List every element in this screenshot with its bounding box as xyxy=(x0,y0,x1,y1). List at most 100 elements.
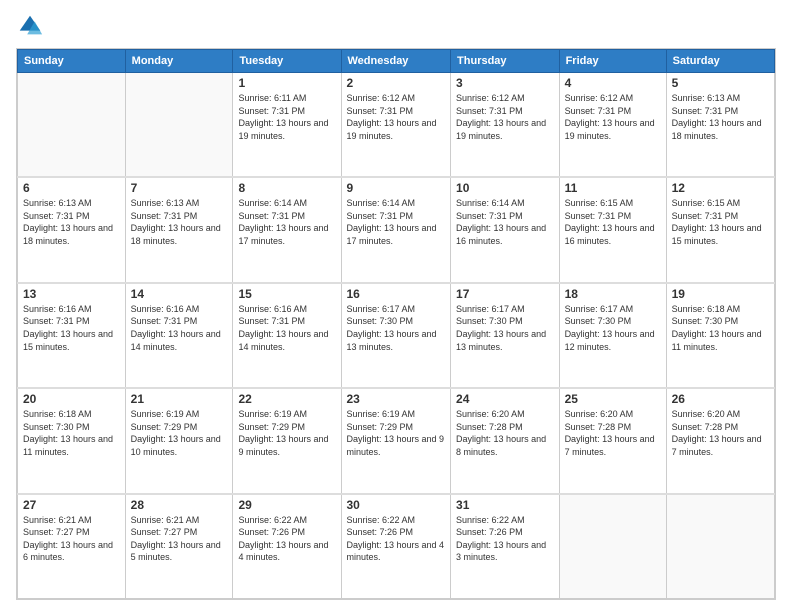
day-cell xyxy=(559,494,666,599)
calendar-week-row: 20 Sunrise: 6:18 AM Sunset: 7:30 PM Dayli… xyxy=(18,388,775,493)
day-info: Sunrise: 6:21 AM Sunset: 7:27 PM Dayligh… xyxy=(23,514,120,564)
day-cell: 17 Sunrise: 6:17 AM Sunset: 7:30 PM Dayli… xyxy=(451,283,560,388)
header xyxy=(16,12,776,40)
day-cell: 6 Sunrise: 6:13 AM Sunset: 7:31 PM Daylig… xyxy=(18,177,126,282)
day-info: Sunrise: 6:21 AM Sunset: 7:27 PM Dayligh… xyxy=(131,514,228,564)
day-cell xyxy=(125,73,233,178)
day-number: 14 xyxy=(131,287,228,301)
day-cell: 10 Sunrise: 6:14 AM Sunset: 7:31 PM Dayli… xyxy=(451,177,560,282)
day-number: 24 xyxy=(456,392,554,406)
day-cell xyxy=(666,494,774,599)
calendar-week-row: 6 Sunrise: 6:13 AM Sunset: 7:31 PM Daylig… xyxy=(18,177,775,282)
day-number: 4 xyxy=(565,76,661,90)
day-number: 29 xyxy=(238,498,335,512)
day-number: 19 xyxy=(672,287,769,301)
day-number: 10 xyxy=(456,181,554,195)
day-cell: 25 Sunrise: 6:20 AM Sunset: 7:28 PM Dayli… xyxy=(559,388,666,493)
day-number: 3 xyxy=(456,76,554,90)
header-row: SundayMondayTuesdayWednesdayThursdayFrid… xyxy=(18,50,775,73)
day-cell: 1Sunrise: 6:11 AM Sunset: 7:31 PM Daylig… xyxy=(233,73,341,178)
day-info: Sunrise: 6:14 AM Sunset: 7:31 PM Dayligh… xyxy=(238,197,335,247)
day-number: 5 xyxy=(672,76,769,90)
day-info: Sunrise: 6:11 AM Sunset: 7:31 PM Dayligh… xyxy=(238,92,335,142)
day-cell: 16 Sunrise: 6:17 AM Sunset: 7:30 PM Dayli… xyxy=(341,283,451,388)
day-info: Sunrise: 6:18 AM Sunset: 7:30 PM Dayligh… xyxy=(23,408,120,458)
day-cell: 21 Sunrise: 6:19 AM Sunset: 7:29 PM Dayli… xyxy=(125,388,233,493)
day-number: 9 xyxy=(347,181,446,195)
day-info: Sunrise: 6:19 AM Sunset: 7:29 PM Dayligh… xyxy=(131,408,228,458)
day-info: Sunrise: 6:18 AM Sunset: 7:30 PM Dayligh… xyxy=(672,303,769,353)
day-number: 31 xyxy=(456,498,554,512)
calendar-week-row: 1Sunrise: 6:11 AM Sunset: 7:31 PM Daylig… xyxy=(18,73,775,178)
day-info: Sunrise: 6:19 AM Sunset: 7:29 PM Dayligh… xyxy=(347,408,446,458)
day-info: Sunrise: 6:13 AM Sunset: 7:31 PM Dayligh… xyxy=(672,92,769,142)
day-number: 11 xyxy=(565,181,661,195)
day-cell: 3 Sunrise: 6:12 AM Sunset: 7:31 PM Daylig… xyxy=(451,73,560,178)
day-number: 21 xyxy=(131,392,228,406)
weekday-header: Saturday xyxy=(666,50,774,73)
day-cell: 27 Sunrise: 6:21 AM Sunset: 7:27 PM Dayli… xyxy=(18,494,126,599)
day-cell: 18 Sunrise: 6:17 AM Sunset: 7:30 PM Dayli… xyxy=(559,283,666,388)
day-info: Sunrise: 6:16 AM Sunset: 7:31 PM Dayligh… xyxy=(23,303,120,353)
weekday-header: Thursday xyxy=(451,50,560,73)
day-cell: 26 Sunrise: 6:20 AM Sunset: 7:28 PM Dayli… xyxy=(666,388,774,493)
day-cell: 4 Sunrise: 6:12 AM Sunset: 7:31 PM Daylig… xyxy=(559,73,666,178)
weekday-header: Monday xyxy=(125,50,233,73)
day-info: Sunrise: 6:22 AM Sunset: 7:26 PM Dayligh… xyxy=(238,514,335,564)
day-number: 26 xyxy=(672,392,769,406)
day-number: 8 xyxy=(238,181,335,195)
day-number: 20 xyxy=(23,392,120,406)
day-cell: 13 Sunrise: 6:16 AM Sunset: 7:31 PM Dayli… xyxy=(18,283,126,388)
weekday-header: Sunday xyxy=(18,50,126,73)
day-cell: 2 Sunrise: 6:12 AM Sunset: 7:31 PM Daylig… xyxy=(341,73,451,178)
day-info: Sunrise: 6:22 AM Sunset: 7:26 PM Dayligh… xyxy=(456,514,554,564)
calendar-week-row: 13 Sunrise: 6:16 AM Sunset: 7:31 PM Dayli… xyxy=(18,283,775,388)
day-cell: 24 Sunrise: 6:20 AM Sunset: 7:28 PM Dayli… xyxy=(451,388,560,493)
day-cell: 30Sunrise: 6:22 AM Sunset: 7:26 PM Dayli… xyxy=(341,494,451,599)
logo-icon xyxy=(16,12,44,40)
day-cell: 22Sunrise: 6:19 AM Sunset: 7:29 PM Dayli… xyxy=(233,388,341,493)
day-number: 23 xyxy=(347,392,446,406)
day-info: Sunrise: 6:14 AM Sunset: 7:31 PM Dayligh… xyxy=(456,197,554,247)
calendar: SundayMondayTuesdayWednesdayThursdayFrid… xyxy=(16,48,776,600)
day-info: Sunrise: 6:19 AM Sunset: 7:29 PM Dayligh… xyxy=(238,408,335,458)
day-info: Sunrise: 6:15 AM Sunset: 7:31 PM Dayligh… xyxy=(672,197,769,247)
day-cell: 11Sunrise: 6:15 AM Sunset: 7:31 PM Dayli… xyxy=(559,177,666,282)
day-number: 18 xyxy=(565,287,661,301)
page: SundayMondayTuesdayWednesdayThursdayFrid… xyxy=(0,0,792,612)
day-cell: 29 Sunrise: 6:22 AM Sunset: 7:26 PM Dayli… xyxy=(233,494,341,599)
day-cell: 19 Sunrise: 6:18 AM Sunset: 7:30 PM Dayli… xyxy=(666,283,774,388)
day-info: Sunrise: 6:14 AM Sunset: 7:31 PM Dayligh… xyxy=(347,197,446,247)
day-cell xyxy=(18,73,126,178)
weekday-header: Friday xyxy=(559,50,666,73)
day-info: Sunrise: 6:20 AM Sunset: 7:28 PM Dayligh… xyxy=(672,408,769,458)
day-number: 30 xyxy=(347,498,446,512)
day-info: Sunrise: 6:12 AM Sunset: 7:31 PM Dayligh… xyxy=(347,92,446,142)
day-cell: 7Sunrise: 6:13 AM Sunset: 7:31 PM Daylig… xyxy=(125,177,233,282)
day-cell: 15Sunrise: 6:16 AM Sunset: 7:31 PM Dayli… xyxy=(233,283,341,388)
day-number: 27 xyxy=(23,498,120,512)
day-number: 7 xyxy=(131,181,228,195)
day-info: Sunrise: 6:17 AM Sunset: 7:30 PM Dayligh… xyxy=(565,303,661,353)
day-cell: 31 Sunrise: 6:22 AM Sunset: 7:26 PM Dayli… xyxy=(451,494,560,599)
day-info: Sunrise: 6:12 AM Sunset: 7:31 PM Dayligh… xyxy=(456,92,554,142)
day-number: 25 xyxy=(565,392,661,406)
day-info: Sunrise: 6:16 AM Sunset: 7:31 PM Dayligh… xyxy=(131,303,228,353)
day-info: Sunrise: 6:13 AM Sunset: 7:31 PM Dayligh… xyxy=(23,197,120,247)
day-info: Sunrise: 6:12 AM Sunset: 7:31 PM Dayligh… xyxy=(565,92,661,142)
day-number: 2 xyxy=(347,76,446,90)
day-info: Sunrise: 6:20 AM Sunset: 7:28 PM Dayligh… xyxy=(565,408,661,458)
day-cell: 8 Sunrise: 6:14 AM Sunset: 7:31 PM Daylig… xyxy=(233,177,341,282)
day-number: 6 xyxy=(23,181,120,195)
day-cell: 14 Sunrise: 6:16 AM Sunset: 7:31 PM Dayli… xyxy=(125,283,233,388)
weekday-header: Tuesday xyxy=(233,50,341,73)
day-number: 13 xyxy=(23,287,120,301)
day-cell: 5 Sunrise: 6:13 AM Sunset: 7:31 PM Daylig… xyxy=(666,73,774,178)
day-info: Sunrise: 6:20 AM Sunset: 7:28 PM Dayligh… xyxy=(456,408,554,458)
weekday-header: Wednesday xyxy=(341,50,451,73)
day-number: 16 xyxy=(347,287,446,301)
day-info: Sunrise: 6:17 AM Sunset: 7:30 PM Dayligh… xyxy=(347,303,446,353)
day-info: Sunrise: 6:17 AM Sunset: 7:30 PM Dayligh… xyxy=(456,303,554,353)
calendar-week-row: 27 Sunrise: 6:21 AM Sunset: 7:27 PM Dayli… xyxy=(18,494,775,599)
day-number: 17 xyxy=(456,287,554,301)
